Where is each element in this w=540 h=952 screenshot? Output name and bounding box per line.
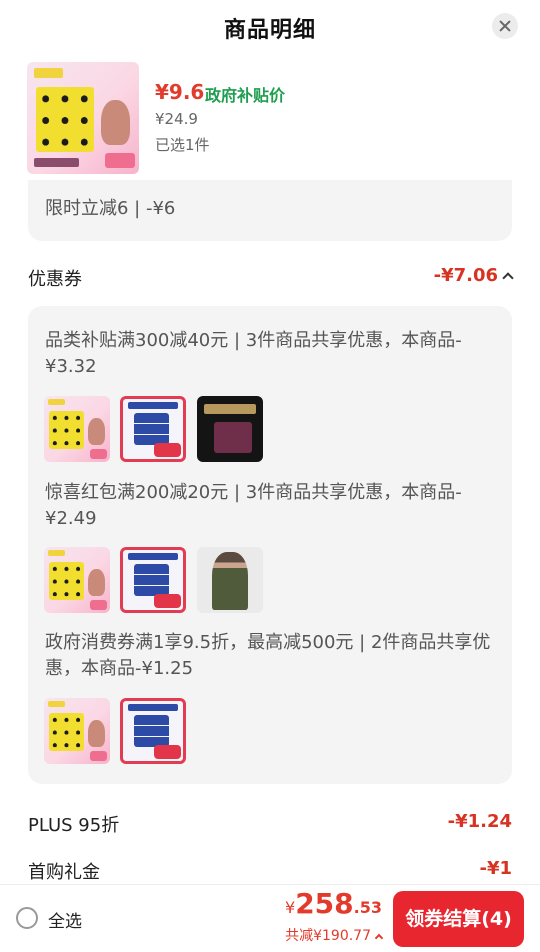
currency-symbol: ¥ bbox=[285, 898, 296, 917]
pad-product-icon bbox=[44, 698, 110, 764]
total-integer: 258 bbox=[295, 887, 354, 920]
gov-subsidy-label: 政府补贴价 bbox=[205, 86, 286, 105]
first-gift-value: -¥1 bbox=[479, 858, 512, 879]
pad-box-icon bbox=[120, 547, 186, 613]
coupon-panel: 品类补贴满300减40元 | 3件商品共享优惠，本商品-¥3.32 惊喜红包满2… bbox=[28, 306, 512, 784]
select-all-checkbox[interactable] bbox=[16, 907, 38, 929]
checkout-button[interactable]: 领券结算(4) bbox=[393, 891, 524, 947]
header: 商品明细 bbox=[0, 0, 540, 56]
total-saved[interactable]: 共减¥190.77 bbox=[285, 925, 384, 945]
checkout-bar: 全选 ¥258.53 共减¥190.77 领券结算(4) bbox=[0, 884, 540, 952]
total-saved-text: 共减¥190.77 bbox=[285, 928, 371, 944]
pad-box-icon bbox=[120, 396, 186, 462]
coupon-section-label: 优惠券 bbox=[28, 269, 82, 290]
total-decimal: .53 bbox=[353, 898, 382, 917]
first-gift-label: 首购礼金 bbox=[28, 862, 100, 883]
total-price: ¥258.53 bbox=[285, 887, 382, 920]
current-price: ¥9.6 bbox=[155, 80, 205, 104]
time-limited-discount: 限时立减6 | -¥6 bbox=[45, 198, 176, 219]
pad-product-icon bbox=[44, 396, 110, 462]
coupon-text: 政府消费券满1享9.5折，最高减500元 | 2件商品共享优惠，本商品-¥1.2… bbox=[45, 632, 491, 679]
select-all-label[interactable]: 全选 bbox=[48, 907, 82, 932]
original-price: ¥24.9 bbox=[155, 110, 198, 128]
product-card: ¥9.6 政府补贴价 ¥24.9 已选1件 bbox=[0, 56, 540, 180]
plus-discount-label: PLUS 95折 bbox=[28, 815, 120, 836]
plus-discount-value: -¥1.24 bbox=[447, 811, 512, 832]
discount-detail-list[interactable]: 限时立减6 | -¥6 优惠券 -¥7.06 品类补贴满300减40元 | 3件… bbox=[0, 180, 540, 884]
pad-box-icon bbox=[120, 698, 186, 764]
chevron-up-icon bbox=[502, 272, 514, 284]
pad-product-icon bbox=[44, 547, 110, 613]
time-limited-panel: 限时立减6 | -¥6 bbox=[28, 180, 512, 241]
selected-count: 已选1件 bbox=[155, 136, 210, 154]
page-title: 商品明细 bbox=[223, 18, 316, 43]
tea-gift-icon bbox=[197, 396, 263, 462]
close-icon[interactable] bbox=[492, 13, 518, 39]
clothing-photo-icon bbox=[197, 547, 263, 613]
coupon-section-toggle[interactable]: -¥7.06 bbox=[433, 265, 514, 286]
chevron-up-icon bbox=[374, 933, 384, 943]
product-image bbox=[27, 62, 139, 174]
coupon-text: 品类补贴满300减40元 | 3件商品共享优惠，本商品-¥3.32 bbox=[45, 330, 462, 377]
coupon-text: 惊喜红包满200减20元 | 3件商品共享优惠，本商品-¥2.49 bbox=[45, 482, 462, 529]
coupon-total-value: -¥7.06 bbox=[433, 265, 498, 286]
